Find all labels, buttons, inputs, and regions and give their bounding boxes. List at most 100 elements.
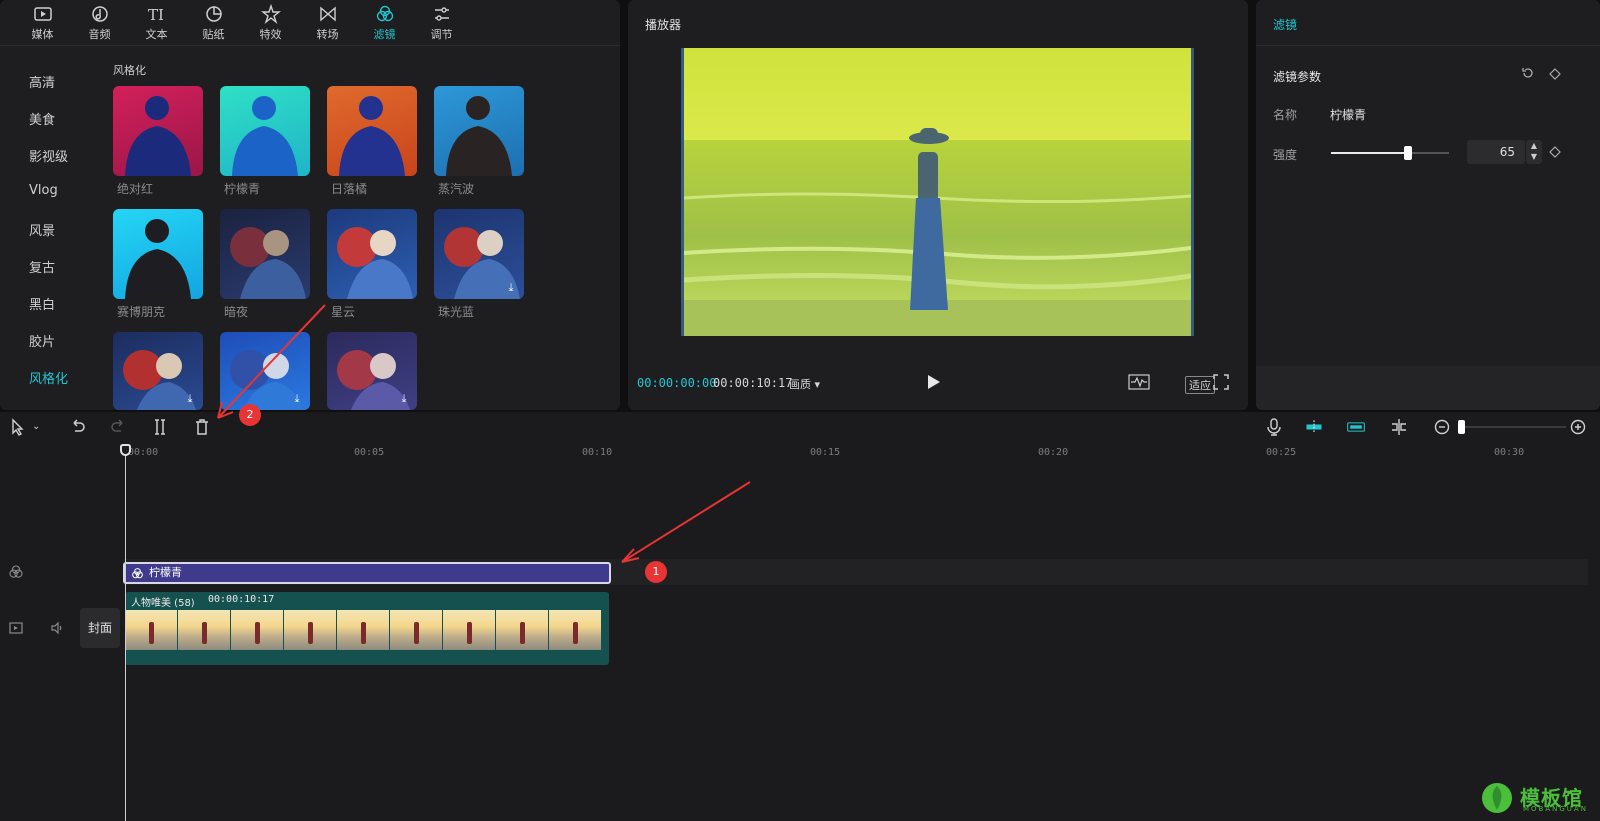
playhead-handle[interactable] bbox=[120, 444, 131, 456]
reset-icon[interactable] bbox=[1521, 66, 1535, 80]
filter-thumb[interactable]: ⤓ bbox=[220, 332, 310, 410]
chevron-down-icon[interactable]: ⌄ bbox=[32, 417, 52, 437]
frame-thumb bbox=[178, 610, 231, 650]
filter-thumb[interactable] bbox=[434, 86, 524, 176]
frame-thumb bbox=[337, 610, 390, 650]
filter-thumb[interactable]: ⤓ bbox=[113, 332, 203, 410]
quality-label: 画质 bbox=[789, 378, 811, 391]
tab-text[interactable]: TI 文本 bbox=[128, 0, 185, 46]
download-icon[interactable]: ⤓ bbox=[183, 392, 197, 406]
preview-axis-button[interactable] bbox=[1389, 417, 1409, 437]
filter-thumb[interactable] bbox=[113, 86, 203, 176]
zoom-handle[interactable] bbox=[1458, 420, 1465, 434]
record-button[interactable] bbox=[1264, 417, 1284, 437]
split-icon bbox=[155, 419, 165, 435]
tab-sticker[interactable]: 贴纸 bbox=[185, 0, 242, 46]
zoom-slider[interactable] bbox=[1458, 420, 1566, 434]
materials-panel: 媒体 音频 TI 文本 贴纸 特效 转场 滤镜 调节 高清 美食 影视级 Vlo… bbox=[0, 0, 620, 410]
speaker-icon[interactable] bbox=[50, 621, 64, 635]
tab-effects[interactable]: 特效 bbox=[242, 0, 299, 46]
tab-label: 调节 bbox=[430, 28, 453, 41]
category-item[interactable]: 高清 bbox=[29, 72, 55, 91]
link-icon bbox=[1347, 422, 1365, 432]
filter-label: 绝对红 bbox=[117, 182, 154, 196]
strength-slider[interactable] bbox=[1331, 146, 1449, 160]
download-icon[interactable]: ⤓ bbox=[504, 281, 518, 295]
keyframe-icon[interactable] bbox=[1549, 146, 1561, 158]
strength-stepper[interactable]: ▲ ▼ bbox=[1526, 140, 1542, 164]
transition-icon bbox=[319, 6, 336, 22]
strength-input[interactable]: 65 bbox=[1467, 140, 1525, 164]
filter-thumb[interactable] bbox=[220, 86, 310, 176]
delete-button[interactable] bbox=[192, 417, 212, 437]
download-icon[interactable]: ⤓ bbox=[290, 392, 304, 406]
category-item[interactable]: 黑白 bbox=[29, 294, 55, 313]
filter-thumb[interactable] bbox=[327, 209, 417, 299]
link-button[interactable] bbox=[1346, 417, 1370, 437]
cursor-icon bbox=[12, 418, 24, 436]
tab-media[interactable]: 媒体 bbox=[14, 0, 71, 46]
filter-icon bbox=[376, 5, 393, 22]
playhead[interactable] bbox=[125, 450, 126, 821]
properties-title[interactable]: 滤镜 bbox=[1273, 16, 1297, 33]
player-title: 播放器 bbox=[645, 18, 682, 32]
filter-label: 珠光蓝 bbox=[438, 305, 475, 319]
watermark: 模板馆 MOBANGUAN bbox=[1478, 780, 1598, 816]
category-item[interactable]: Vlog bbox=[29, 183, 58, 198]
clip-duration: 00:00:10:17 bbox=[208, 594, 275, 605]
video-track-icon bbox=[9, 622, 23, 634]
time-ruler[interactable]: 00:00 00:05 00:10 00:15 00:20 00:25 00:3… bbox=[0, 442, 1600, 462]
snap-button[interactable] bbox=[1304, 417, 1328, 437]
filter-thumb[interactable] bbox=[327, 86, 417, 176]
category-item[interactable]: 美食 bbox=[29, 109, 55, 128]
tick-label: 00:20 bbox=[1038, 447, 1069, 458]
portrait-figure bbox=[230, 227, 306, 299]
portrait-silhouette bbox=[446, 96, 512, 176]
zoom-out-icon bbox=[1434, 419, 1450, 435]
waveform-icon[interactable] bbox=[1128, 374, 1150, 390]
play-icon[interactable] bbox=[927, 374, 941, 390]
video-preview[interactable] bbox=[681, 48, 1194, 336]
tab-transition[interactable]: 转场 bbox=[299, 0, 356, 46]
app-window: 媒体 音频 TI 文本 贴纸 特效 转场 滤镜 调节 高清 美食 影视级 Vlo… bbox=[0, 0, 1600, 821]
filter-thumb[interactable] bbox=[113, 209, 203, 299]
keyframe-icon[interactable] bbox=[1549, 68, 1561, 80]
download-icon[interactable]: ⤓ bbox=[397, 392, 411, 406]
tab-filter[interactable]: 滤镜 bbox=[356, 0, 413, 46]
zoom-out-button[interactable] bbox=[1432, 417, 1452, 437]
portrait-silhouette bbox=[232, 96, 298, 176]
tab-label: 音频 bbox=[88, 28, 111, 41]
category-item-active[interactable]: 风格化 bbox=[29, 368, 68, 387]
clip-name: 人物唯美 (58) bbox=[131, 598, 195, 609]
filter-clip[interactable]: 柠檬青 bbox=[123, 562, 611, 584]
quality-dropdown[interactable]: 画质 ▾ bbox=[789, 376, 820, 392]
filter-track-icon bbox=[9, 565, 23, 578]
tab-audio[interactable]: 音频 bbox=[71, 0, 128, 46]
category-item[interactable]: 胶片 bbox=[29, 331, 55, 350]
category-list: 高清 美食 影视级 Vlog 风景 复古 黑白 胶片 风格化 bbox=[0, 46, 102, 410]
frame-thumb bbox=[284, 610, 337, 650]
category-item[interactable]: 风景 bbox=[29, 220, 55, 239]
tick-label: 00:25 bbox=[1266, 447, 1297, 458]
filter-thumb[interactable]: ⤓ bbox=[327, 332, 417, 410]
fit-button[interactable]: 适应 bbox=[1185, 376, 1215, 394]
split-button[interactable] bbox=[150, 417, 170, 437]
tab-adjust[interactable]: 调节 bbox=[413, 0, 470, 46]
video-clip[interactable]: 人物唯美 (58) 00:00:10:17 bbox=[125, 592, 609, 665]
zoom-in-button[interactable] bbox=[1568, 417, 1588, 437]
annotation-badge: 2 bbox=[239, 404, 261, 426]
filter-thumb[interactable] bbox=[220, 209, 310, 299]
slider-handle[interactable] bbox=[1403, 146, 1412, 160]
fullscreen-icon[interactable] bbox=[1213, 374, 1229, 390]
undo-button[interactable] bbox=[68, 417, 88, 437]
filter-label: 星云 bbox=[331, 305, 356, 319]
category-item[interactable]: 复古 bbox=[29, 257, 55, 276]
redo-button[interactable] bbox=[108, 417, 128, 437]
filter-icon bbox=[132, 568, 143, 579]
category-item[interactable]: 影视级 bbox=[29, 146, 68, 165]
select-tool[interactable] bbox=[8, 417, 28, 437]
filter-label: 赛博朋克 bbox=[117, 305, 166, 319]
filter-thumb[interactable]: ⤓ bbox=[434, 209, 524, 299]
cover-button[interactable]: 封面 bbox=[80, 608, 120, 648]
snap-icon bbox=[1306, 420, 1322, 434]
